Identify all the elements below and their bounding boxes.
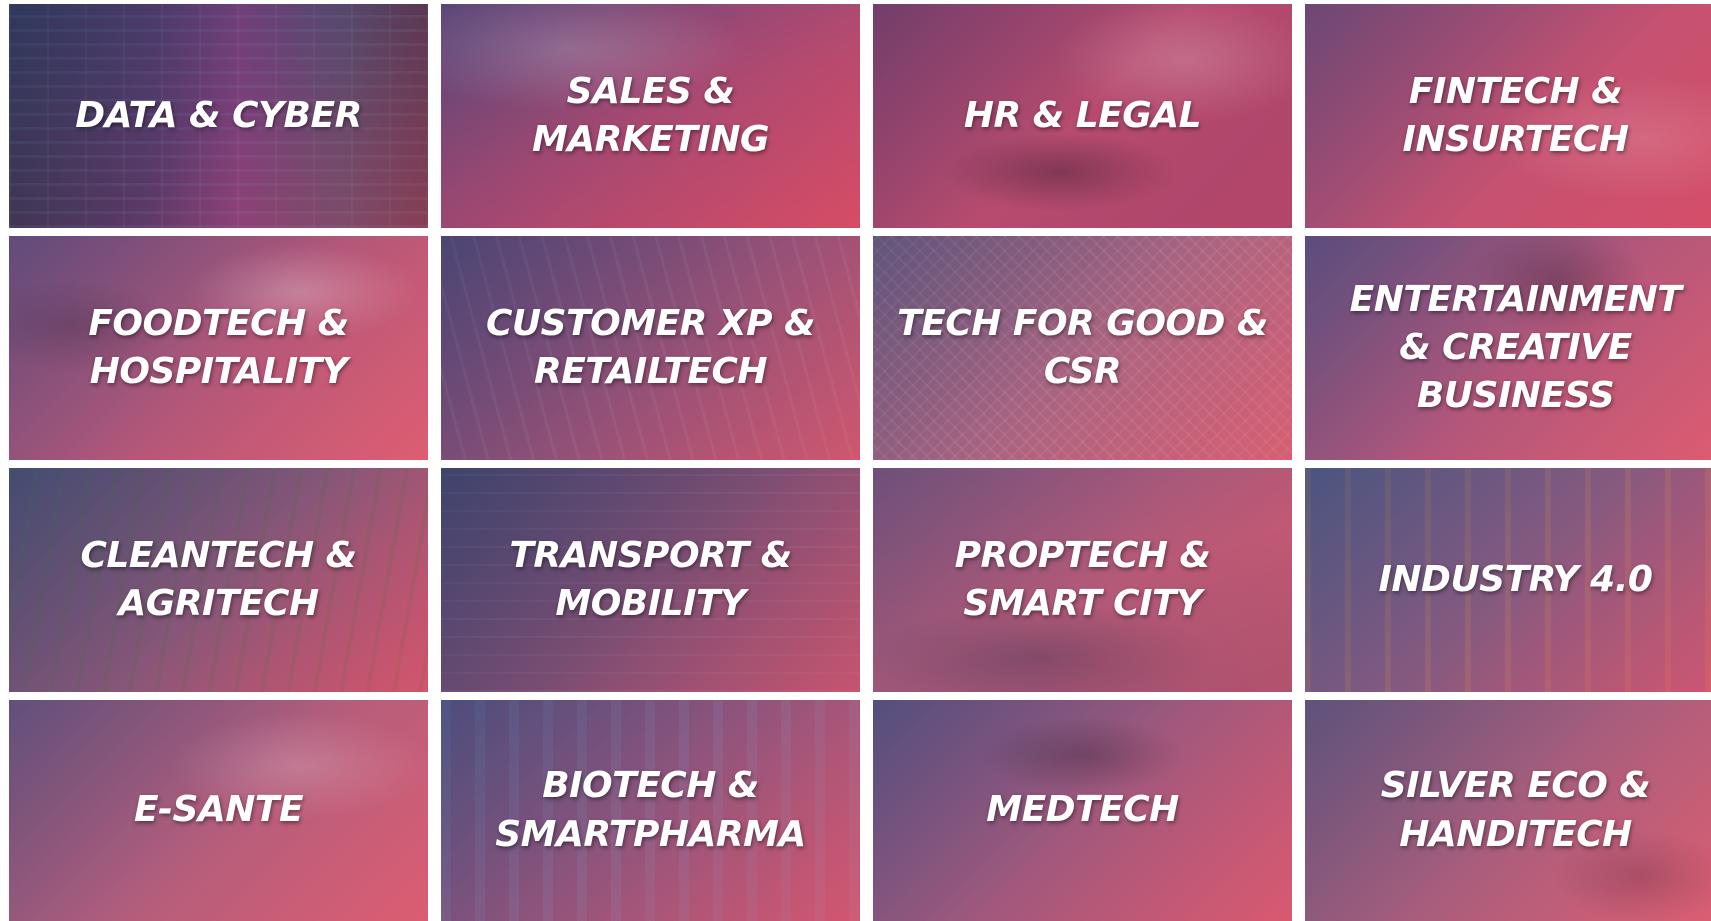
tile-e-sante[interactable]: E-SANTE xyxy=(9,700,428,921)
tile-label: HR & LEGAL xyxy=(963,94,1202,136)
tile-label: MEDTECH xyxy=(986,789,1179,831)
tile-cleantech-agritech[interactable]: CLEANTECH & AGRITECH xyxy=(9,468,428,692)
tile-label: E-SANTE xyxy=(133,789,304,831)
tile-label: INDUSTRY 4.0 xyxy=(1378,558,1653,600)
tile-label: BIOTECH & SMARTPHARMA xyxy=(495,765,806,855)
tile-tech-for-good-csr[interactable]: TECH FOR GOOD & CSR xyxy=(873,236,1292,460)
tile-label: FOODTECH & HOSPITALITY xyxy=(88,302,349,392)
sector-tile-grid: DATA & CYBER SALES & MARKETING HR & LEGA… xyxy=(9,4,1711,921)
tile-industry-4-0[interactable]: INDUSTRY 4.0 xyxy=(1305,468,1711,692)
tile-label: TECH FOR GOOD & CSR xyxy=(897,302,1268,392)
tile-silver-eco-handitech[interactable]: SILVER ECO & HANDITECH xyxy=(1305,700,1711,921)
tile-entertainment-creative-business[interactable]: ENTERTAINMENT & CREATIVE BUSINESS xyxy=(1305,236,1711,460)
tile-label: DATA & CYBER xyxy=(75,94,362,136)
tile-fintech-insurtech[interactable]: FINTECH & INSURTECH xyxy=(1305,4,1711,228)
tile-foodtech-hospitality[interactable]: FOODTECH & HOSPITALITY xyxy=(9,236,428,460)
tile-label: FINTECH & INSURTECH xyxy=(1402,70,1629,160)
tile-proptech-smart-city[interactable]: PROPTECH & SMART CITY xyxy=(873,468,1292,692)
tile-customer-xp-retailtech[interactable]: CUSTOMER XP & RETAILTECH xyxy=(441,236,860,460)
tile-label: TRANSPORT & MOBILITY xyxy=(509,534,792,624)
tile-label: PROPTECH & SMART CITY xyxy=(954,534,1211,624)
tile-data-cyber[interactable]: DATA & CYBER xyxy=(9,4,428,228)
tile-sales-marketing[interactable]: SALES & MARKETING xyxy=(441,4,860,228)
tile-label: SILVER ECO & HANDITECH xyxy=(1380,765,1651,855)
tile-label: CUSTOMER XP & RETAILTECH xyxy=(486,302,815,392)
tile-transport-mobility[interactable]: TRANSPORT & MOBILITY xyxy=(441,468,860,692)
tile-label: CLEANTECH & AGRITECH xyxy=(80,534,357,624)
tile-label: ENTERTAINMENT & CREATIVE BUSINESS xyxy=(1349,278,1682,417)
tile-biotech-smartpharma[interactable]: BIOTECH & SMARTPHARMA xyxy=(441,700,860,921)
tile-medtech[interactable]: MEDTECH xyxy=(873,700,1292,921)
tile-hr-legal[interactable]: HR & LEGAL xyxy=(873,4,1292,228)
tile-label: SALES & MARKETING xyxy=(531,70,770,160)
